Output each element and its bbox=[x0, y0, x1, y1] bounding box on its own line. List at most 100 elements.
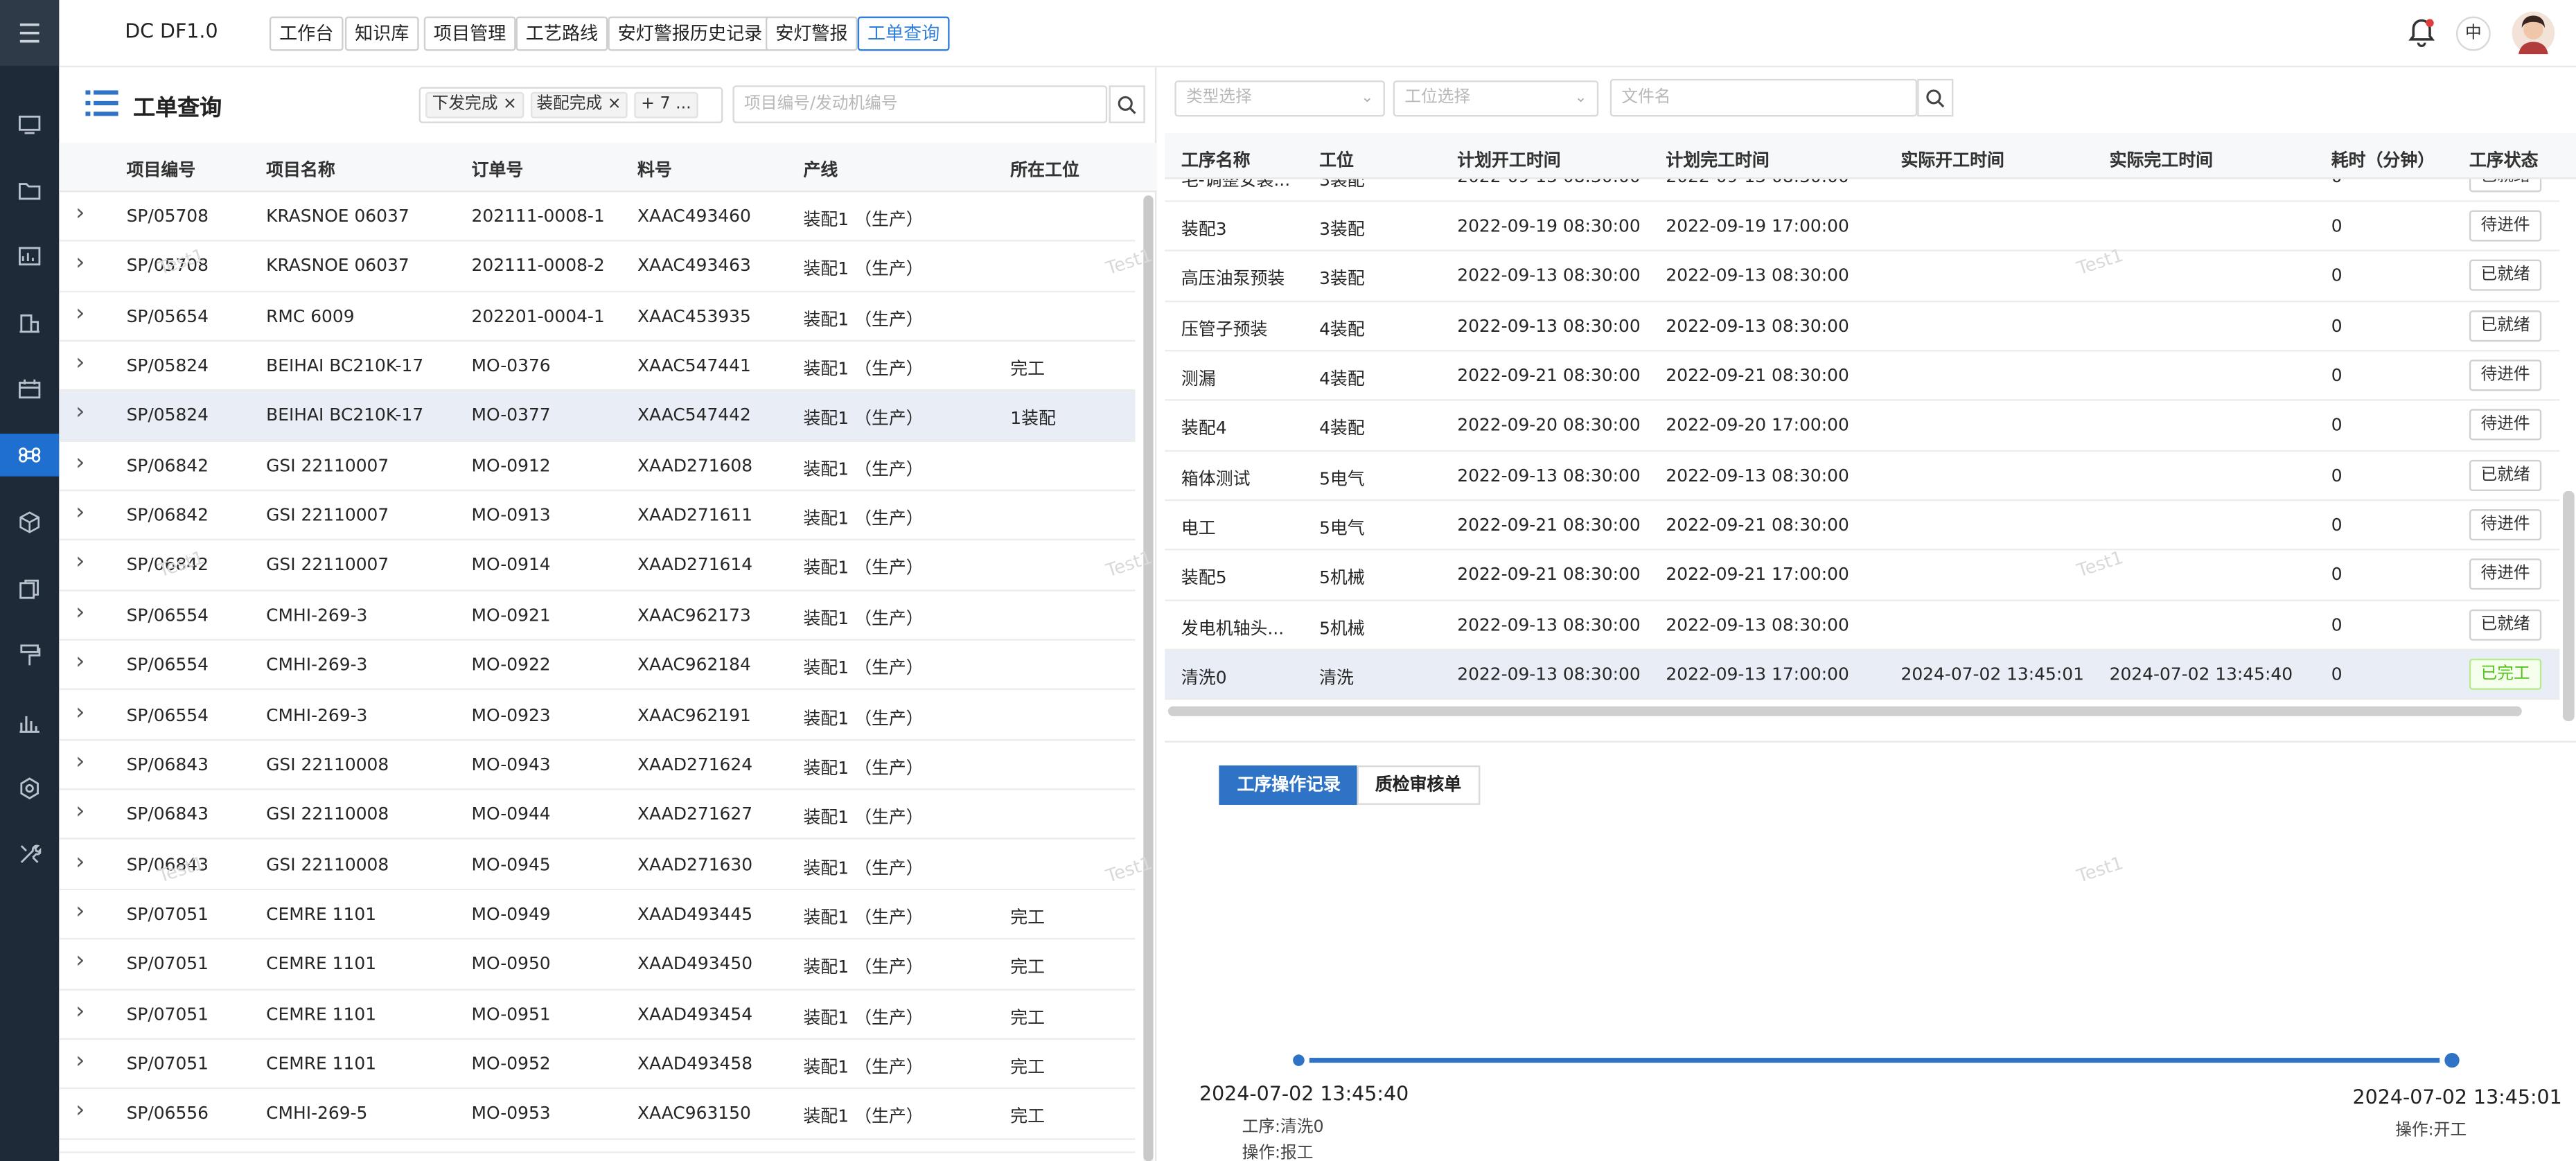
process-row[interactable]: 高压油泵预装 3装配 2022-09-13 08:30:00 2022-09-13 0… bbox=[1165, 252, 2560, 302]
expand-chevron-icon[interactable]: › bbox=[76, 649, 85, 675]
sidebar-item-monitor[interactable] bbox=[0, 103, 59, 146]
sidebar-item-bar-chart[interactable] bbox=[0, 702, 59, 745]
expand-chevron-icon[interactable]: › bbox=[76, 898, 85, 925]
expand-chevron-icon[interactable]: › bbox=[76, 400, 85, 426]
table-row[interactable]: › SP/06843 GSI 22110008 MO-0945 XAAD271630 装配… bbox=[59, 840, 1136, 890]
sidebar-item-copy[interactable] bbox=[0, 568, 59, 611]
table-row[interactable]: › SP/07051 CEMRE 1101 MO-0951 XAAD493454 装配1 … bbox=[59, 990, 1136, 1040]
table-row[interactable]: › SP/07051 CEMRE 1101 MO-0949 XAAD493445 装配1 … bbox=[59, 890, 1136, 940]
process-row[interactable]: 箱体测试 5电气 2022-09-13 08:30:00 2022-09-13 08:… bbox=[1165, 451, 2560, 502]
nav-tab[interactable]: 知识库 bbox=[344, 16, 419, 51]
status-badge[interactable]: 已就绪 bbox=[2469, 609, 2542, 641]
process-row[interactable]: 测漏 4装配 2022-09-21 08:30:00 2022-09-21 08:30… bbox=[1165, 352, 2560, 402]
language-switch[interactable]: 中 bbox=[2455, 16, 2491, 51]
sidebar-item-paint-roller[interactable] bbox=[0, 634, 59, 677]
table-row[interactable]: › SP/07051 CEMRE 1101 MO-0952 XAAD493458 装配1 … bbox=[59, 1040, 1136, 1090]
sidebar-item-tools[interactable] bbox=[0, 833, 59, 876]
cell-plan-end: 2022-09-13 08:30:00 bbox=[1666, 615, 1849, 636]
nav-tab[interactable]: 安灯警报 bbox=[765, 16, 858, 51]
process-horizontal-scrollbar[interactable] bbox=[1167, 706, 2522, 716]
bell-icon[interactable] bbox=[2408, 18, 2435, 48]
status-badge[interactable]: 待进件 bbox=[2469, 509, 2542, 541]
process-vertical-scrollbar[interactable] bbox=[2563, 490, 2575, 721]
status-badge[interactable]: 已就绪 bbox=[2469, 459, 2542, 491]
process-row[interactable]: 装配5 5机械 2022-09-21 08:30:00 2022-09-21 17:0… bbox=[1165, 551, 2560, 601]
nav-tab[interactable]: 安灯警报历史记录 bbox=[608, 16, 773, 51]
table-row[interactable]: › SP/07051 CEMRE 1101 MO-0950 XAAD493450 装配1 … bbox=[59, 940, 1136, 990]
tab-operation-log[interactable]: 工序操作记录 bbox=[1219, 765, 1359, 805]
table-row[interactable]: › SP/06556 CMHI-269-5 MO-0953 XAAC963150 装配1 … bbox=[59, 1090, 1136, 1140]
filter-chip[interactable]: 下发完成 × bbox=[425, 91, 524, 118]
expand-chevron-icon[interactable]: › bbox=[76, 948, 85, 975]
expand-chevron-icon[interactable]: › bbox=[76, 200, 85, 227]
nav-tab[interactable]: 项目管理 bbox=[423, 16, 516, 51]
avatar[interactable] bbox=[2512, 11, 2555, 55]
nav-tab[interactable]: 工单查询 bbox=[857, 16, 950, 51]
expand-chevron-icon[interactable]: › bbox=[76, 300, 85, 326]
expand-chevron-icon[interactable]: › bbox=[76, 699, 85, 725]
expand-chevron-icon[interactable]: › bbox=[76, 549, 85, 576]
status-badge[interactable]: 已完工 bbox=[2469, 659, 2542, 691]
expand-chevron-icon[interactable]: › bbox=[76, 1048, 85, 1074]
status-badge[interactable]: 待进件 bbox=[2469, 559, 2542, 591]
sidebar-item-command[interactable] bbox=[0, 433, 60, 477]
expand-chevron-icon[interactable]: › bbox=[76, 1098, 85, 1124]
process-row[interactable]: 清洗0 清洗 2022-09-13 08:30:00 2022-09-13 17:00… bbox=[1165, 650, 2560, 701]
table-row[interactable]: › SP/06842 GSI 22110007 MO-0913 XAAD271611 装配… bbox=[59, 491, 1136, 542]
status-badge[interactable]: 已就绪 bbox=[2469, 179, 2542, 193]
sidebar-item-folder[interactable] bbox=[0, 169, 59, 212]
left-scrollbar-thumb[interactable] bbox=[1143, 195, 1154, 1161]
table-row[interactable]: › SP/06843 GSI 22110008 MO-0944 XAAD271627 装配… bbox=[59, 790, 1136, 840]
nav-tab[interactable]: 工作台 bbox=[269, 16, 344, 51]
expand-chevron-icon[interactable]: › bbox=[76, 250, 85, 276]
table-row[interactable]: › SP/06842 GSI 22110007 MO-0914 XAAD271614 装配… bbox=[59, 541, 1136, 592]
status-filter[interactable]: 下发完成 × 装配完成 × + 7 ... bbox=[418, 87, 723, 123]
process-row[interactable]: 发电机轴头... 5机械 2022-09-13 08:30:00 2022-09-13… bbox=[1165, 601, 2560, 651]
filter-chip-more[interactable]: + 7 ... bbox=[634, 91, 698, 118]
sidebar-item-cube[interactable] bbox=[0, 501, 59, 544]
file-search-button[interactable] bbox=[1917, 78, 1954, 117]
table-row[interactable]: › SP/05708 KRASNOE 06037 202111-0008-2 XAAC4… bbox=[59, 242, 1136, 292]
cell-project-no: SP/07051 bbox=[126, 905, 209, 925]
process-row[interactable]: 压管子预装 4装配 2022-09-13 08:30:00 2022-09-13 08… bbox=[1165, 302, 2560, 352]
table-row[interactable]: › SP/06843 GSI 22110008 MO-0943 XAAD271624 装配… bbox=[59, 741, 1136, 790]
tab-qc-review[interactable]: 质检审核单 bbox=[1357, 765, 1480, 805]
expand-chevron-icon[interactable]: › bbox=[76, 599, 85, 626]
search-button[interactable] bbox=[1109, 85, 1145, 123]
sidebar-item-calendar[interactable] bbox=[0, 368, 59, 411]
sidebar-item-building[interactable] bbox=[0, 302, 59, 345]
expand-chevron-icon[interactable]: › bbox=[76, 450, 85, 476]
table-row[interactable]: › SP/05824 BEIHAI BC210K-17 MO-0377 XAAC5474… bbox=[59, 391, 1136, 442]
process-row[interactable]: 装配3 3装配 2022-09-19 08:30:00 2022-09-19 17:0… bbox=[1165, 202, 2560, 252]
table-row[interactable]: › SP/06554 CMHI-269-3 MO-0922 XAAC962184 装配1 … bbox=[59, 641, 1136, 691]
table-row[interactable]: › SP/06554 CMHI-269-3 MO-0921 XAAC962173 装配1 … bbox=[59, 591, 1136, 641]
sidebar-item-settings[interactable] bbox=[0, 767, 59, 810]
table-row[interactable]: › SP/06554 CMHI-269-3 MO-0923 XAAC962191 装配1 … bbox=[59, 691, 1136, 741]
table-row[interactable]: › SP/05708 KRASNOE 06037 202111-0008-1 XAAC4… bbox=[59, 192, 1136, 242]
process-row[interactable]: 电工 5电气 2022-09-21 08:30:00 2022-09-21 08:30… bbox=[1165, 501, 2560, 551]
table-row[interactable]: › SP/05824 BEIHAI BC210K-17 MO-0376 XAAC5474… bbox=[59, 342, 1136, 392]
file-name-input[interactable]: 文件名 bbox=[1609, 78, 1918, 117]
menu-toggle-icon[interactable]: ☰ bbox=[0, 0, 60, 66]
type-select[interactable]: 类型选择 ⌄ bbox=[1174, 80, 1385, 117]
process-row[interactable]: 毛-调整安装... 3装配 2022-09-13 08:30:00 2022-09-1… bbox=[1165, 179, 2560, 202]
expand-chevron-icon[interactable]: › bbox=[76, 799, 85, 825]
expand-chevron-icon[interactable]: › bbox=[76, 998, 85, 1025]
expand-chevron-icon[interactable]: › bbox=[76, 849, 85, 875]
status-badge[interactable]: 已就绪 bbox=[2469, 310, 2542, 342]
expand-chevron-icon[interactable]: › bbox=[76, 350, 85, 376]
status-badge[interactable]: 待进件 bbox=[2469, 210, 2542, 242]
status-badge[interactable]: 已就绪 bbox=[2469, 260, 2542, 292]
status-badge[interactable]: 待进件 bbox=[2469, 409, 2542, 441]
expand-chevron-icon[interactable]: › bbox=[76, 749, 85, 775]
sidebar-item-chart[interactable] bbox=[0, 235, 59, 278]
expand-chevron-icon[interactable]: › bbox=[76, 499, 85, 526]
nav-tab[interactable]: 工艺路线 bbox=[515, 16, 608, 51]
table-row[interactable]: › SP/05654 RMC 6009 202201-0004-1 XAAC453935… bbox=[59, 292, 1136, 342]
status-badge[interactable]: 待进件 bbox=[2469, 360, 2542, 391]
project-search-input[interactable]: 项目编号/发动机编号 bbox=[732, 85, 1108, 123]
station-select[interactable]: 工位选择 ⌄ bbox=[1393, 80, 1599, 117]
table-row[interactable]: › SP/06842 GSI 22110007 MO-0912 XAAD271608 装配… bbox=[59, 441, 1136, 492]
process-row[interactable]: 装配4 4装配 2022-09-20 08:30:00 2022-09-20 17:0… bbox=[1165, 401, 2560, 452]
filter-chip[interactable]: 装配完成 × bbox=[529, 91, 628, 118]
